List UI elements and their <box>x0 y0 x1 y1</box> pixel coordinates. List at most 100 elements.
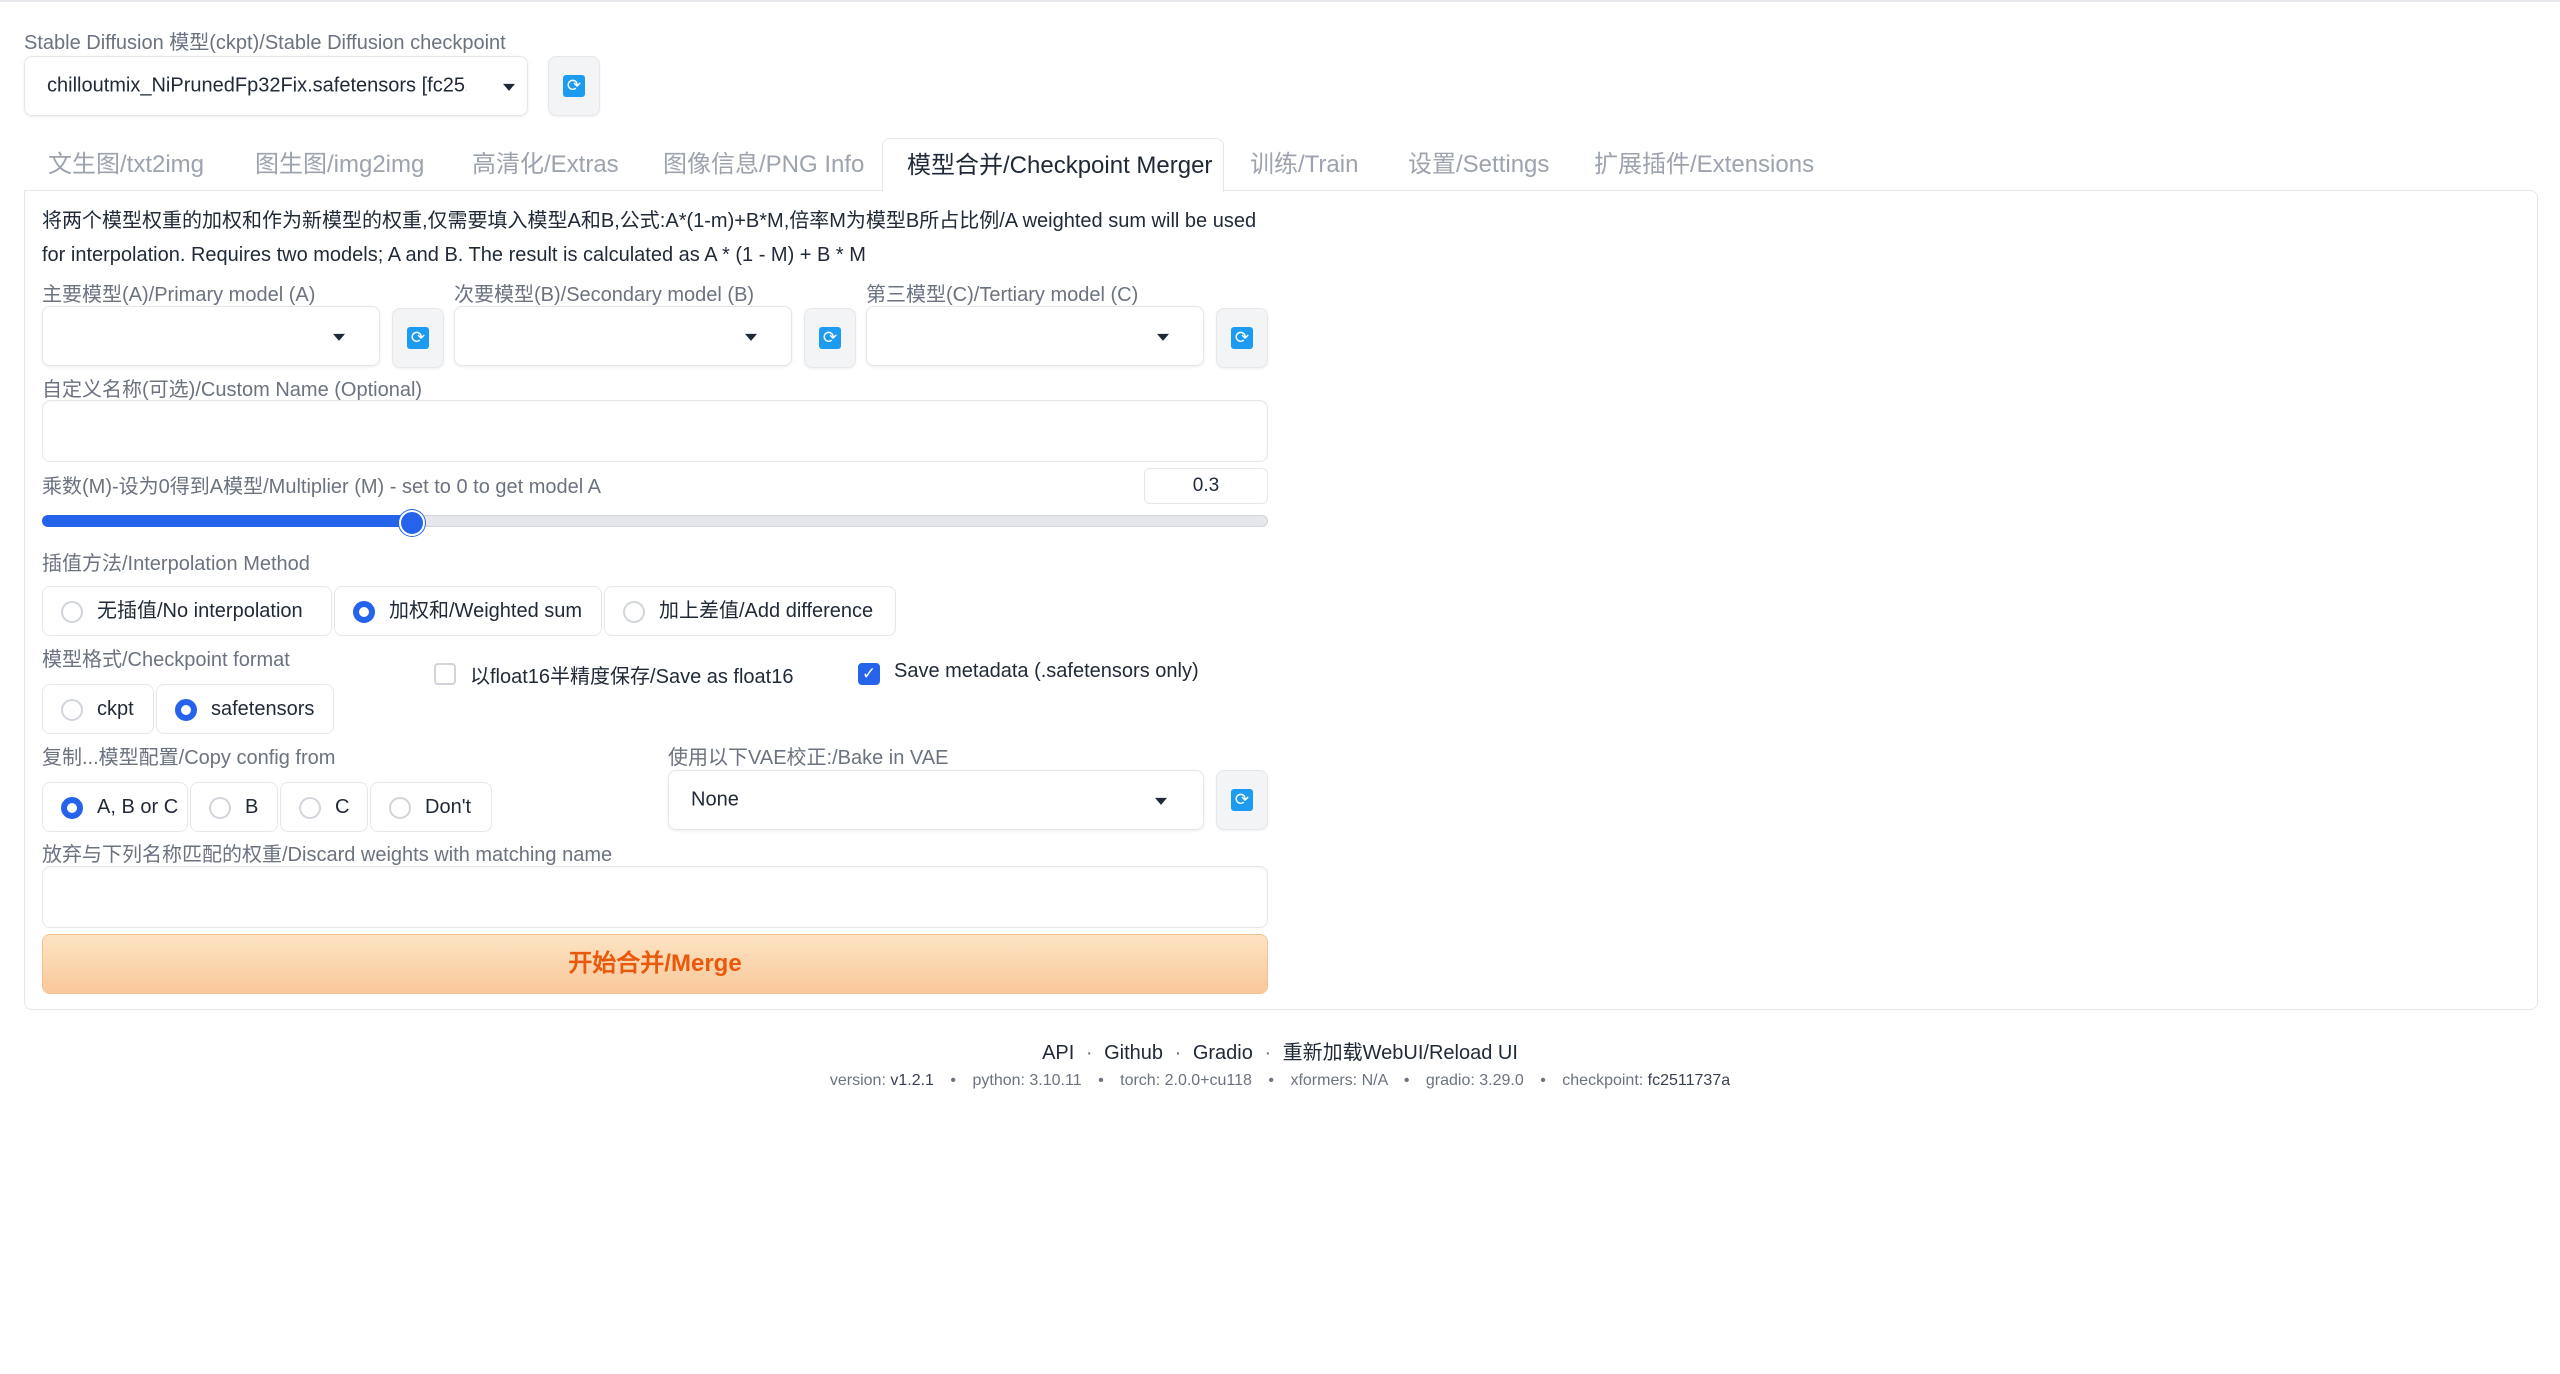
primary-refresh-button[interactable]: ⟳ <box>392 308 444 368</box>
checkpoint-hash-label: checkpoint: <box>1562 1072 1644 1089</box>
check-icon: ✓ <box>861 664 877 684</box>
copy-config-b-radio[interactable]: B <box>190 782 278 832</box>
bake-vae-refresh-button[interactable]: ⟳ <box>1216 770 1268 830</box>
format-safetensors-label: safetensors <box>211 698 315 720</box>
merger-description: 将两个模型权重的加权和作为新模型的权重,仅需要填入模型A和B,公式:A*(1-m… <box>42 210 1257 266</box>
interp-weighted-sum-radio[interactable]: 加权和/Weighted sum <box>334 586 602 636</box>
format-ckpt-radio[interactable]: ckpt <box>42 684 154 734</box>
footer-link-reload-ui[interactable]: 重新加载WebUI/Reload UI <box>1283 1042 1518 1064</box>
save-metadata-checkbox[interactable]: ✓ <box>858 663 880 685</box>
checkpoint-hash-value: fc2511737a <box>1647 1072 1731 1089</box>
copy-config-dont-radio[interactable]: Don't <box>370 782 492 832</box>
radio-icon <box>209 797 231 819</box>
copy-config-c-label: C <box>335 796 350 818</box>
radio-icon <box>389 797 411 819</box>
refresh-icon: ⟳ <box>563 75 585 97</box>
tab-extensions[interactable]: 扩展插件/Extensions <box>1594 138 1814 192</box>
multiplier-slider-handle[interactable] <box>398 510 425 536</box>
python-label: python: <box>972 1072 1025 1089</box>
discard-weights-input[interactable] <box>42 866 1268 928</box>
radio-selected-icon <box>61 797 83 819</box>
footer-bullet: • <box>1268 1072 1274 1089</box>
footer-links: API · Github · Gradio · 重新加载WebUI/Reload… <box>0 1036 2560 1065</box>
secondary-refresh-button[interactable]: ⟳ <box>804 308 856 368</box>
tab-img2img[interactable]: 图生图/img2img <box>255 138 424 192</box>
tab-settings[interactable]: 设置/Settings <box>1408 138 1549 192</box>
tertiary-refresh-button[interactable]: ⟳ <box>1216 308 1268 368</box>
interp-weighted-sum-label: 加权和/Weighted sum <box>389 600 583 622</box>
interp-no-interpolation-radio[interactable]: 无插值/No interpolation <box>42 586 332 636</box>
copy-config-abc-radio[interactable]: A, B or C <box>42 782 188 832</box>
radio-icon <box>61 601 83 623</box>
radio-selected-icon <box>175 699 197 721</box>
float16-checkbox[interactable] <box>434 663 456 685</box>
top-border <box>0 0 2560 2</box>
refresh-icon: ⟳ <box>819 327 841 349</box>
copy-config-label: 复制...模型配置/Copy config from <box>42 747 336 769</box>
footer-separator: · <box>1174 1042 1182 1064</box>
multiplier-number-input[interactable]: 0.3 <box>1144 468 1268 504</box>
torch-label: torch: <box>1120 1072 1161 1089</box>
custom-name-input[interactable] <box>42 400 1268 462</box>
copy-config-c-radio[interactable]: C <box>280 782 368 832</box>
footer-bullet: • <box>1540 1072 1546 1089</box>
primary-model-dropdown[interactable] <box>42 306 380 366</box>
tab-extras[interactable]: 高清化/Extras <box>472 138 619 192</box>
copy-config-b-label: B <box>245 796 259 818</box>
tertiary-model-label: 第三模型(C)/Tertiary model (C) <box>866 284 1139 306</box>
checkpoint-dropdown[interactable]: chilloutmix_NiPrunedFp32Fix.safetensors … <box>24 56 528 116</box>
discard-weights-label: 放弃与下列名称匹配的权重/Discard weights with matchi… <box>42 844 613 866</box>
tab-png-info[interactable]: 图像信息/PNG Info <box>663 138 864 192</box>
footer-bullet: • <box>1403 1072 1410 1089</box>
footer-bullet: • <box>1098 1072 1104 1089</box>
merge-button[interactable]: 开始合并/Merge <box>42 934 1268 994</box>
secondary-model-dropdown[interactable] <box>454 306 792 366</box>
gradio-value: 3.29.0 <box>1479 1072 1524 1089</box>
copy-config-abc-label: A, B or C <box>97 796 179 818</box>
bake-vae-dropdown[interactable]: None <box>668 770 1204 830</box>
save-metadata-label: Save metadata (.safetensors only) <box>894 660 1199 682</box>
checkpoint-format-label: 模型格式/Checkpoint format <box>42 649 290 671</box>
interp-no-interpolation-label: 无插值/No interpolation <box>97 600 303 622</box>
interp-add-difference-label: 加上差值/Add difference <box>659 600 874 622</box>
python-value: 3.10.11 <box>1029 1072 1082 1089</box>
tertiary-model-dropdown[interactable] <box>866 306 1204 366</box>
torch-value: 2.0.0+cu118 <box>1164 1072 1252 1089</box>
float16-label: 以float16半精度保存/Save as float16 <box>470 666 794 688</box>
footer-link-api[interactable]: API <box>1042 1042 1074 1064</box>
footer-separator: · <box>1264 1042 1272 1064</box>
bake-vae-value: None <box>691 788 739 811</box>
interp-method-label: 插值方法/Interpolation Method <box>42 553 310 575</box>
bake-vae-label: 使用以下VAE校正:/Bake in VAE <box>668 747 949 769</box>
checkpoint-refresh-button[interactable]: ⟳ <box>548 56 600 116</box>
xformers-label: xformers: <box>1290 1072 1358 1089</box>
tab-checkpoint-merger[interactable]: 模型合并/Checkpoint Merger <box>882 138 1224 192</box>
format-safetensors-radio[interactable]: safetensors <box>156 684 334 734</box>
footer-version-info: version: v1.2.1 • python: 3.10.11 • torc… <box>0 1072 2560 1090</box>
format-ckpt-label: ckpt <box>97 698 134 720</box>
chevron-down-icon <box>1155 797 1167 805</box>
version-label: version: <box>829 1072 886 1089</box>
chevron-down-icon <box>745 333 757 341</box>
copy-config-dont-label: Don't <box>425 796 472 818</box>
primary-model-label: 主要模型(A)/Primary model (A) <box>42 284 316 306</box>
radio-icon <box>299 797 321 819</box>
checkpoint-value: chilloutmix_NiPrunedFp32Fix.safetensors … <box>47 74 467 97</box>
checkpoint-label: Stable Diffusion 模型(ckpt)/Stable Diffusi… <box>24 32 506 54</box>
footer-separator: · <box>1085 1042 1093 1064</box>
tab-train[interactable]: 训练/Train <box>1250 138 1358 192</box>
radio-icon <box>61 699 83 721</box>
custom-name-label: 自定义名称(可选)/Custom Name (Optional) <box>42 379 423 401</box>
radio-icon <box>623 601 645 623</box>
chevron-down-icon <box>333 333 345 341</box>
refresh-icon: ⟳ <box>407 327 429 349</box>
xformers-value: N/A <box>1361 1072 1388 1089</box>
refresh-icon: ⟳ <box>1231 327 1253 349</box>
footer-link-github[interactable]: Github <box>1104 1042 1163 1064</box>
interp-add-difference-radio[interactable]: 加上差值/Add difference <box>604 586 896 636</box>
radio-selected-icon <box>353 601 375 623</box>
secondary-model-label: 次要模型(B)/Secondary model (B) <box>454 284 755 306</box>
tab-txt2img[interactable]: 文生图/txt2img <box>48 138 204 192</box>
multiplier-slider-fill <box>42 515 410 527</box>
footer-link-gradio[interactable]: Gradio <box>1193 1042 1253 1064</box>
